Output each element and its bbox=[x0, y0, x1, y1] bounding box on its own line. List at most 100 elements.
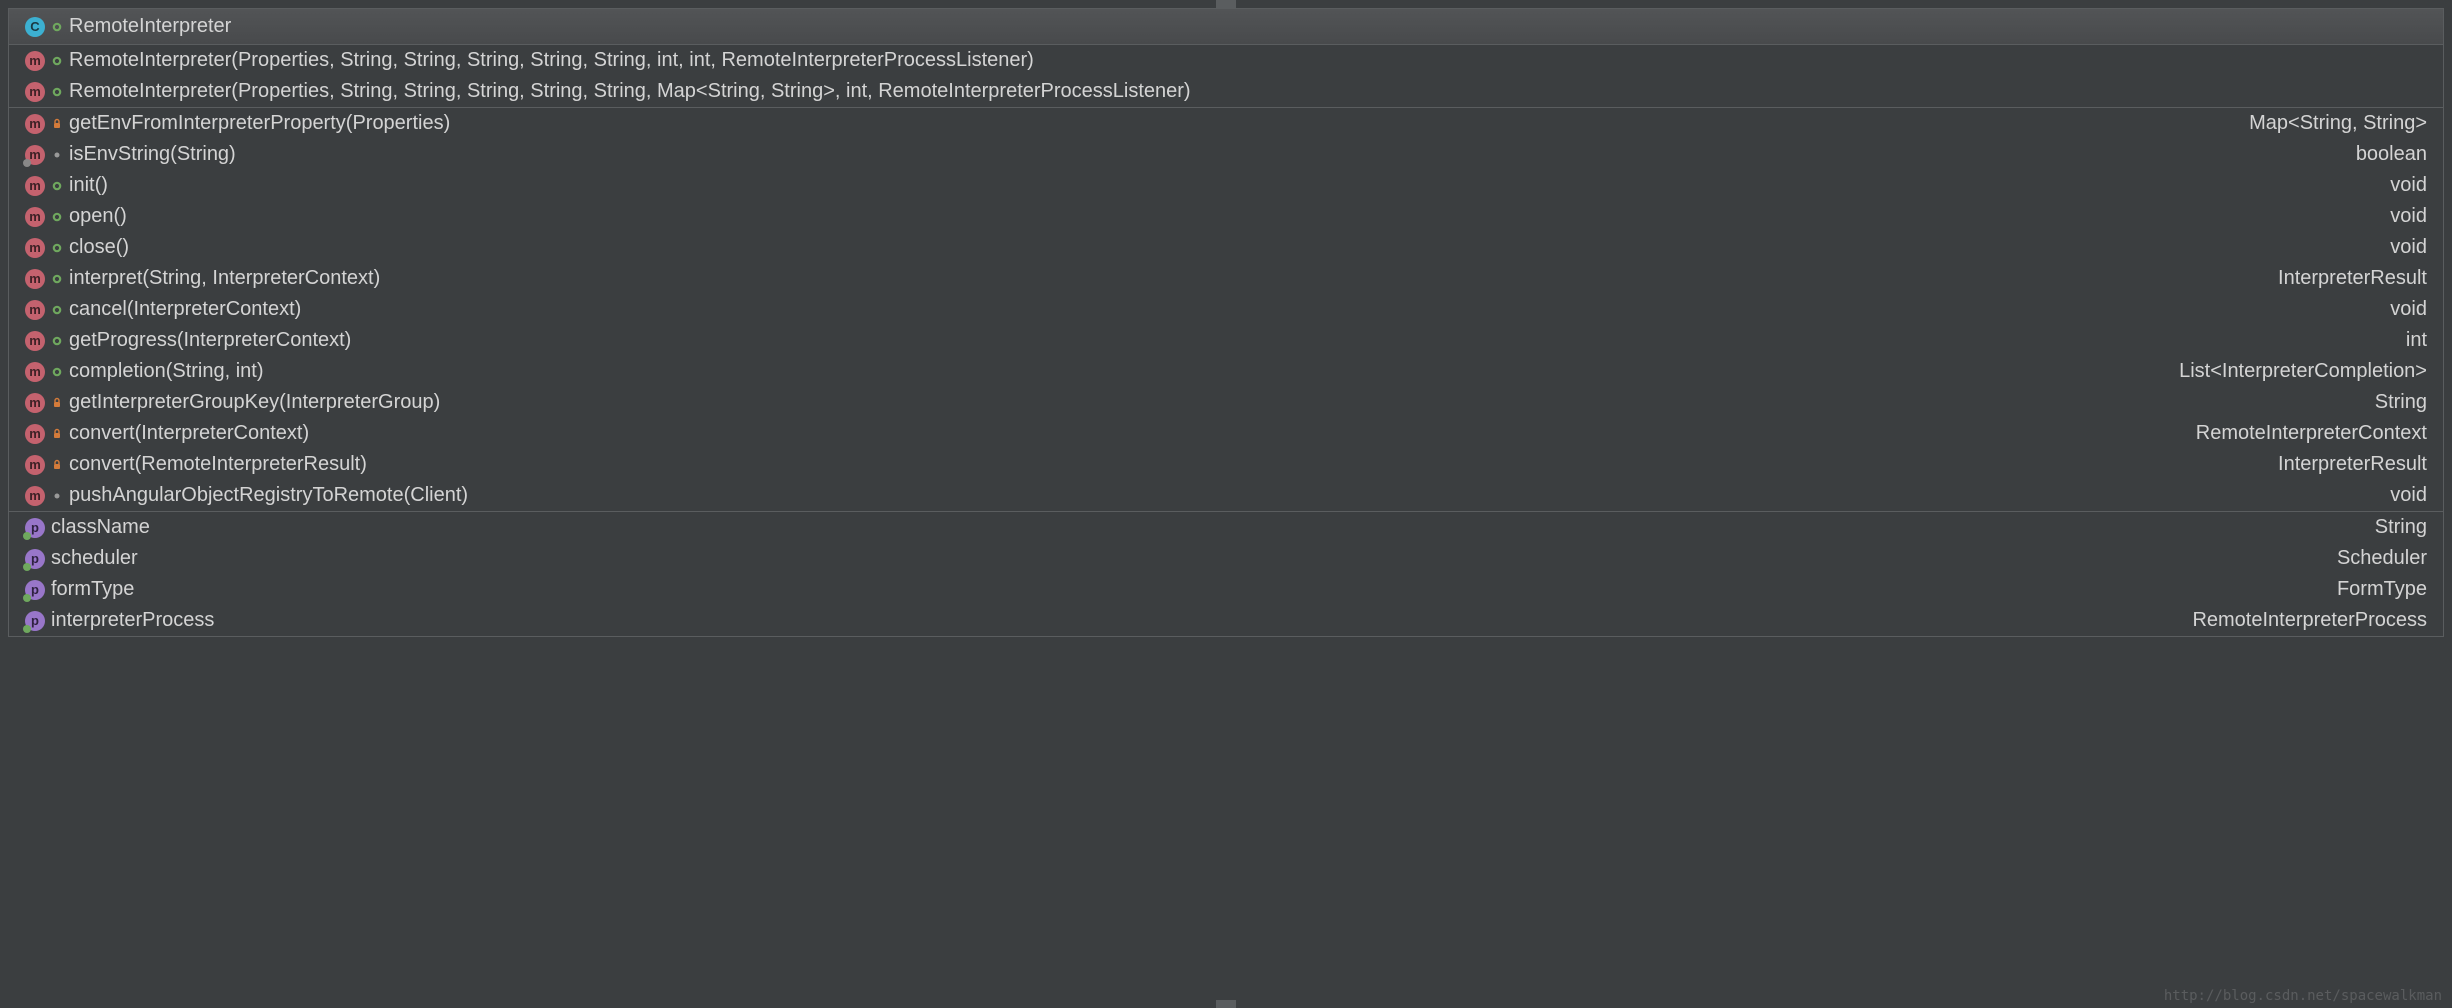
resize-handle-bottom[interactable] bbox=[1216, 1000, 1236, 1008]
watermark: http://blog.csdn.net/spacewalkman bbox=[2164, 988, 2442, 1004]
package-icon bbox=[49, 488, 65, 504]
method-name: open() bbox=[69, 205, 2378, 228]
method-icon: m bbox=[25, 145, 45, 165]
method-name: interpret(String, InterpreterContext) bbox=[69, 267, 2266, 290]
method-row[interactable]: m close() void bbox=[9, 232, 2443, 263]
method-icon: m bbox=[25, 269, 45, 289]
method-icon: m bbox=[25, 362, 45, 382]
method-row[interactable]: m convert(InterpreterContext) RemoteInte… bbox=[9, 418, 2443, 449]
return-type: List<InterpreterCompletion> bbox=[2179, 360, 2427, 383]
public-icon bbox=[49, 209, 65, 225]
return-type: Scheduler bbox=[2337, 547, 2427, 570]
inherit-indicator-icon bbox=[23, 159, 31, 167]
public-icon bbox=[49, 19, 65, 35]
return-type: String bbox=[2375, 516, 2427, 539]
constructor-signature: RemoteInterpreter(Properties, String, St… bbox=[69, 49, 2427, 72]
return-type: Map<String, String> bbox=[2249, 112, 2427, 135]
method-row[interactable]: m completion(String, int) List<Interpret… bbox=[9, 356, 2443, 387]
method-row[interactable]: m getInterpreterGroupKey(InterpreterGrou… bbox=[9, 387, 2443, 418]
public-icon bbox=[49, 271, 65, 287]
getter-indicator-icon bbox=[23, 625, 31, 633]
return-type: RemoteInterpreterContext bbox=[2196, 422, 2427, 445]
property-name: className bbox=[51, 516, 2363, 539]
method-icon: m bbox=[25, 331, 45, 351]
property-icon: p bbox=[25, 518, 45, 538]
constructors-section: m RemoteInterpreter(Properties, String, … bbox=[9, 45, 2443, 108]
method-icon: m bbox=[25, 82, 45, 102]
property-row[interactable]: p scheduler Scheduler bbox=[9, 543, 2443, 574]
method-row[interactable]: m cancel(InterpreterContext) void bbox=[9, 294, 2443, 325]
property-row[interactable]: p formType FormType bbox=[9, 574, 2443, 605]
class-name: RemoteInterpreter bbox=[69, 15, 2427, 38]
method-icon: m bbox=[25, 300, 45, 320]
method-name: getProgress(InterpreterContext) bbox=[69, 329, 2394, 352]
return-type: void bbox=[2390, 298, 2427, 321]
property-name: interpreterProcess bbox=[51, 609, 2180, 632]
return-type: FormType bbox=[2337, 578, 2427, 601]
method-icon: m bbox=[25, 455, 45, 475]
method-name: completion(String, int) bbox=[69, 360, 2167, 383]
return-type: int bbox=[2406, 329, 2427, 352]
method-name: getEnvFromInterpreterProperty(Properties… bbox=[69, 112, 2237, 135]
property-icon: p bbox=[25, 611, 45, 631]
public-icon bbox=[49, 53, 65, 69]
private-icon bbox=[49, 395, 65, 411]
method-icon: m bbox=[25, 393, 45, 413]
method-name: convert(RemoteInterpreterResult) bbox=[69, 453, 2266, 476]
public-icon bbox=[49, 302, 65, 318]
method-row[interactable]: m init() void bbox=[9, 170, 2443, 201]
method-row[interactable]: m open() void bbox=[9, 201, 2443, 232]
getter-indicator-icon bbox=[23, 532, 31, 540]
class-icon: C bbox=[25, 17, 45, 37]
return-type: InterpreterResult bbox=[2278, 267, 2427, 290]
structure-popup: C RemoteInterpreter m RemoteInterpreter(… bbox=[8, 8, 2444, 637]
return-type: boolean bbox=[2356, 143, 2427, 166]
constructor-row[interactable]: m RemoteInterpreter(Properties, String, … bbox=[9, 45, 2443, 76]
package-icon bbox=[49, 147, 65, 163]
method-row[interactable]: m pushAngularObjectRegistryToRemote(Clie… bbox=[9, 480, 2443, 511]
method-name: convert(InterpreterContext) bbox=[69, 422, 2184, 445]
return-type: void bbox=[2390, 174, 2427, 197]
private-icon bbox=[49, 116, 65, 132]
method-icon: m bbox=[25, 238, 45, 258]
method-row[interactable]: m getProgress(InterpreterContext) int bbox=[9, 325, 2443, 356]
property-icon: p bbox=[25, 549, 45, 569]
private-icon bbox=[49, 457, 65, 473]
return-type: void bbox=[2390, 236, 2427, 259]
properties-section: p className String p scheduler Scheduler… bbox=[9, 512, 2443, 636]
method-name: isEnvString(String) bbox=[69, 143, 2344, 166]
method-row[interactable]: m interpret(String, InterpreterContext) … bbox=[9, 263, 2443, 294]
resize-handle-top[interactable] bbox=[1216, 0, 1236, 8]
method-icon: m bbox=[25, 424, 45, 444]
method-icon: m bbox=[25, 486, 45, 506]
method-name: init() bbox=[69, 174, 2378, 197]
public-icon bbox=[49, 364, 65, 380]
method-icon: m bbox=[25, 51, 45, 71]
return-type: RemoteInterpreterProcess bbox=[2192, 609, 2427, 632]
property-icon: p bbox=[25, 580, 45, 600]
property-row[interactable]: p interpreterProcess RemoteInterpreterPr… bbox=[9, 605, 2443, 636]
public-icon bbox=[49, 178, 65, 194]
return-type: void bbox=[2390, 484, 2427, 507]
return-type: InterpreterResult bbox=[2278, 453, 2427, 476]
constructor-row[interactable]: m RemoteInterpreter(Properties, String, … bbox=[9, 76, 2443, 107]
property-row[interactable]: p className String bbox=[9, 512, 2443, 543]
getter-indicator-icon bbox=[23, 563, 31, 571]
property-name: scheduler bbox=[51, 547, 2325, 570]
return-type: String bbox=[2375, 391, 2427, 414]
method-name: pushAngularObjectRegistryToRemote(Client… bbox=[69, 484, 2378, 507]
method-row[interactable]: m convert(RemoteInterpreterResult) Inter… bbox=[9, 449, 2443, 480]
public-icon bbox=[49, 84, 65, 100]
method-icon: m bbox=[25, 207, 45, 227]
method-name: close() bbox=[69, 236, 2378, 259]
public-icon bbox=[49, 240, 65, 256]
return-type: void bbox=[2390, 205, 2427, 228]
method-icon: m bbox=[25, 176, 45, 196]
private-icon bbox=[49, 426, 65, 442]
method-row[interactable]: m getEnvFromInterpreterProperty(Properti… bbox=[9, 108, 2443, 139]
method-name: getInterpreterGroupKey(InterpreterGroup) bbox=[69, 391, 2363, 414]
class-header-row[interactable]: C RemoteInterpreter bbox=[9, 9, 2443, 45]
property-name: formType bbox=[51, 578, 2325, 601]
method-row[interactable]: m isEnvString(String) boolean bbox=[9, 139, 2443, 170]
getter-indicator-icon bbox=[23, 594, 31, 602]
